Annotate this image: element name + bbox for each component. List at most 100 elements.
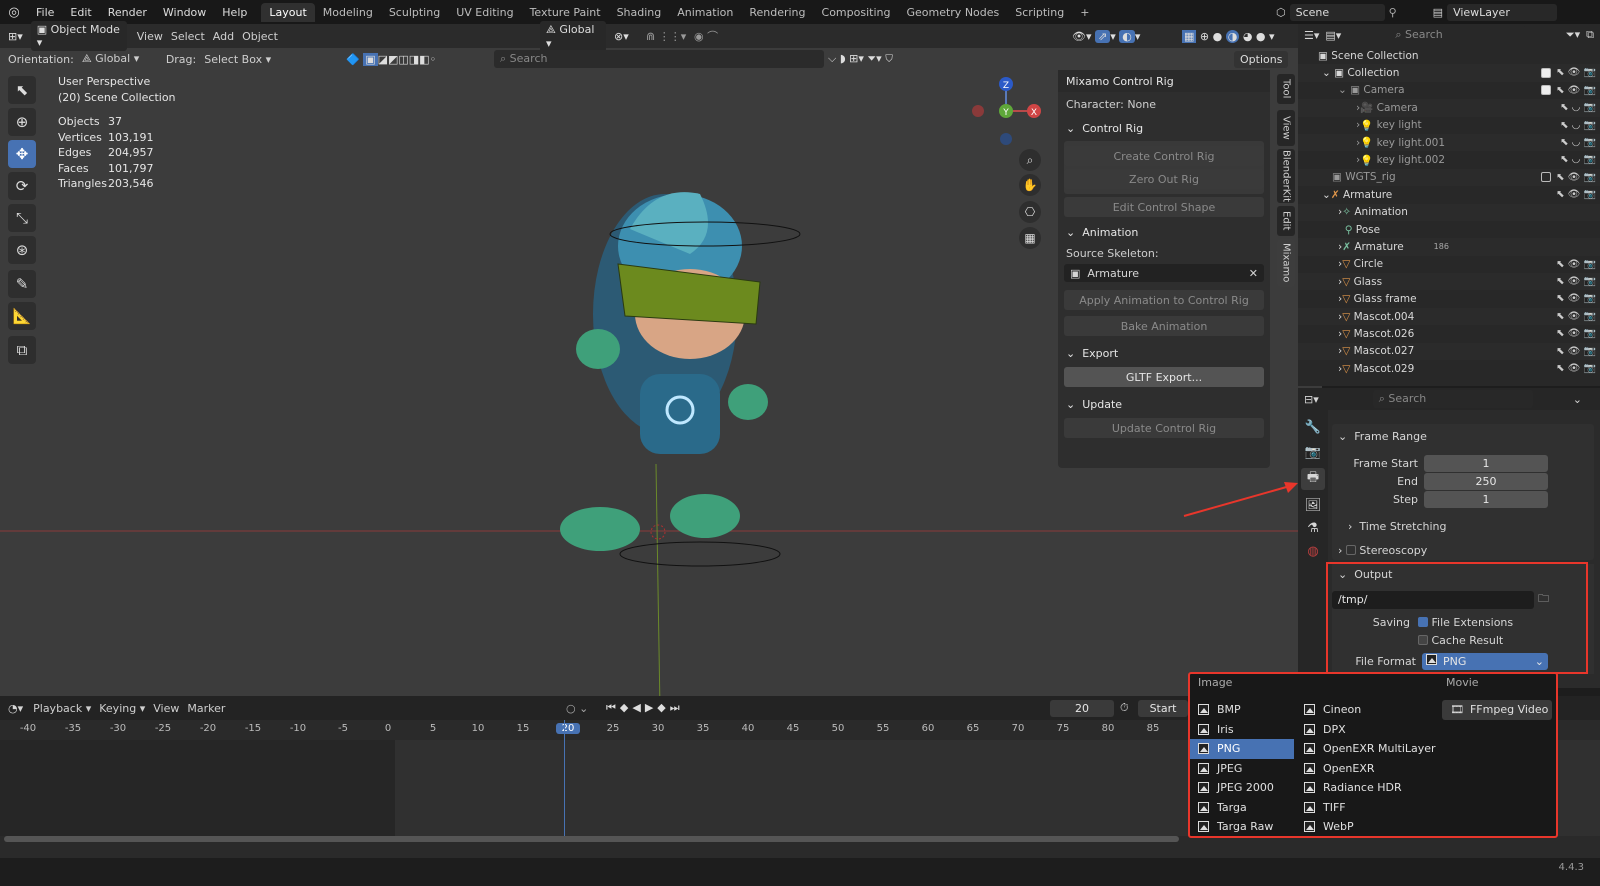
tab-geometry-nodes[interactable]: Geometry Nodes — [898, 3, 1007, 22]
source-skeleton-field[interactable]: ▣ Armature ✕ — [1064, 264, 1264, 282]
list-item[interactable]: › ▽ Mascot.029 ⬉ 👁 📷 — [1298, 360, 1600, 377]
view-layer-selector[interactable]: ViewLayer — [1447, 3, 1558, 21]
time-stretching-header[interactable]: › Time Stretching — [1332, 514, 1594, 538]
playback-controls[interactable]: ⏮◆◀▶◆⏭ — [606, 701, 684, 715]
menu-window[interactable]: Window — [155, 6, 214, 19]
tab-animation[interactable]: Animation — [669, 3, 741, 22]
format-iris[interactable]: Iris — [1190, 720, 1294, 740]
format-targa-raw[interactable]: Targa Raw — [1190, 817, 1294, 837]
tab-tool[interactable]: Tool — [1277, 74, 1295, 104]
list-item[interactable]: ⚲ Pose — [1298, 221, 1600, 238]
list-item[interactable]: ▣ WGTS_rig ⬉ 👁 📷 — [1298, 168, 1600, 187]
list-item[interactable]: › 💡 key light ⬉ ◡ 📷 — [1298, 117, 1600, 134]
list-item[interactable]: ⌄ ✗ Armature ⬉ 👁 📷 — [1298, 186, 1600, 203]
list-item[interactable]: › ✗ Armature 186 — [1298, 238, 1600, 256]
format-cineon[interactable]: Cineon — [1296, 700, 1436, 720]
record-icon[interactable]: ○ ⌄ — [566, 702, 588, 715]
tab-compositing[interactable]: Compositing — [814, 3, 899, 22]
list-item[interactable]: › ▽ Glass ⬉ 👁 📷 — [1298, 273, 1600, 291]
stopwatch-icon[interactable]: ⏱ — [1120, 701, 1129, 715]
list-item[interactable]: ⌄ ▣ Collection ⬉ 👁 📷 — [1298, 64, 1600, 82]
tool-tab-icon[interactable]: 🔧 — [1298, 420, 1328, 435]
tab-texture-paint[interactable]: Texture Paint — [522, 3, 609, 22]
gltf-export-button[interactable]: GLTF Export... — [1064, 367, 1264, 387]
list-item[interactable]: › 💡 key light.001 ⬉ ◡ 📷 — [1298, 133, 1600, 152]
menu-render[interactable]: Render — [100, 6, 155, 19]
format-bmp[interactable]: BMP — [1190, 700, 1294, 720]
3d-viewport[interactable]: ⊞▾ ▣ Object Mode ▾ View Select Add Objec… — [0, 20, 1322, 710]
expand-icon[interactable]: ⌄ — [1573, 393, 1582, 406]
bake-animation-button[interactable]: Bake Animation — [1064, 316, 1264, 336]
output-tab-icon[interactable]: 🖶 — [1301, 468, 1325, 490]
ortho-grid-icon[interactable]: ▦ — [1024, 231, 1035, 245]
menu-file[interactable]: File — [28, 6, 62, 19]
timeline-scrollbar[interactable] — [4, 836, 1179, 842]
format-dpx[interactable]: DPX — [1296, 720, 1436, 740]
playhead-line[interactable] — [564, 720, 565, 840]
format-png[interactable]: PNG — [1190, 739, 1294, 759]
menu-help[interactable]: Help — [214, 6, 255, 19]
list-item[interactable]: › ▽ Mascot.004 ⬉ 👁 📷 — [1298, 307, 1600, 326]
new-collection-icon[interactable]: ⧉ — [1586, 28, 1594, 42]
world-tab-icon[interactable]: ◍ — [1298, 544, 1328, 559]
format-radiance-hdr[interactable]: Radiance HDR — [1296, 778, 1436, 798]
list-item[interactable]: › ▽ Mascot.027 ⬉ 👁 📷 — [1298, 342, 1600, 361]
zoom-icon[interactable]: ⌕ — [1027, 153, 1034, 167]
menu-edit[interactable]: Edit — [62, 6, 99, 19]
menu-timeline-view[interactable]: View — [149, 702, 183, 715]
tab-sculpting[interactable]: Sculpting — [381, 3, 448, 22]
mascot-character[interactable] — [560, 192, 801, 567]
frame-start-field[interactable]: 1 — [1424, 454, 1548, 472]
start-frame-field[interactable]: Start — [1138, 699, 1188, 717]
tab-scripting[interactable]: Scripting — [1007, 3, 1072, 22]
format-openexr[interactable]: OpenEXR — [1296, 759, 1436, 779]
outliner-search-input[interactable]: ⌕ Search — [1389, 26, 1526, 44]
scene-selector[interactable]: Scene — [1289, 3, 1385, 21]
list-item[interactable]: › ▽ Glass frame ⬉ 👁 📷 — [1298, 290, 1600, 307]
blender-logo-icon[interactable]: ◎ — [0, 5, 28, 20]
pan-hand-icon[interactable]: ✋ — [1023, 178, 1038, 192]
tab-rendering[interactable]: Rendering — [741, 3, 813, 22]
properties-editor-icon[interactable]: ⊟▾ — [1304, 393, 1319, 406]
apply-animation-button[interactable]: Apply Animation to Control Rig — [1064, 290, 1264, 310]
format-openexr-multilayer[interactable]: OpenEXR MultiLayer — [1296, 739, 1436, 759]
view-layer-tab-icon[interactable]: 🖼 — [1298, 498, 1328, 513]
properties-search-input[interactable]: ⌕ Search — [1372, 390, 1533, 408]
animation-section[interactable]: ⌄ Animation — [1058, 221, 1270, 243]
stereoscopy-panel[interactable]: › Stereoscopy — [1332, 540, 1594, 560]
frame-range-header[interactable]: ⌄ Frame Range — [1332, 424, 1594, 448]
list-item[interactable]: › 💡 key light.002 ⬉ ◡ 📷 — [1298, 151, 1600, 168]
control-rig-section[interactable]: ⌄ Control Rig — [1058, 117, 1270, 139]
filter-icon[interactable]: ⏷▾ — [1566, 28, 1580, 42]
clear-field-icon[interactable]: ✕ — [1249, 267, 1258, 280]
edit-control-shape-button[interactable]: Edit Control Shape — [1064, 197, 1264, 217]
list-item[interactable]: › ▽ Circle ⬉ 👁 📷 — [1298, 256, 1600, 273]
tab-uv-editing[interactable]: UV Editing — [448, 3, 521, 22]
list-item[interactable]: › ✧ Animation — [1298, 203, 1600, 221]
camera-view-icon[interactable]: ⎔ — [1025, 205, 1036, 219]
tab-edit[interactable]: Edit — [1277, 206, 1295, 236]
format-webp[interactable]: WebP — [1296, 817, 1436, 837]
list-item[interactable]: ▣ Scene Collection — [1298, 47, 1600, 64]
frame-step-field[interactable]: 1 — [1424, 490, 1548, 508]
menu-marker[interactable]: Marker — [183, 702, 229, 715]
pin-icon[interactable]: ⚲ — [1389, 6, 1397, 19]
tab-modeling[interactable]: Modeling — [315, 3, 381, 22]
tab-layout[interactable]: Layout — [261, 2, 315, 22]
tab-shading[interactable]: Shading — [609, 3, 670, 22]
tab-view[interactable]: View — [1277, 110, 1295, 146]
display-mode-icon[interactable]: ▤▾ — [1325, 29, 1341, 42]
timeline-editor-icon[interactable]: ◔▾ — [8, 702, 23, 715]
navigation-gizmo[interactable]: Z X Y — [972, 77, 1041, 145]
list-item[interactable]: ⌄ ▣ Camera ⬉ 👁 📷 — [1298, 82, 1600, 99]
export-section[interactable]: ⌄ Export — [1058, 342, 1270, 364]
list-item[interactable]: › 🎥 Camera ⬉ ◡ 📷 — [1298, 99, 1600, 117]
tab-blenderkit[interactable]: BlenderKit — [1277, 149, 1295, 203]
add-workspace-button[interactable]: + — [1072, 3, 1097, 22]
tab-mixamo[interactable]: Mixamo — [1277, 239, 1295, 287]
update-control-rig-button[interactable]: Update Control Rig — [1064, 418, 1264, 438]
format-jpeg2000[interactable]: JPEG 2000 — [1190, 778, 1294, 798]
frame-end-field[interactable]: 250 — [1424, 472, 1548, 490]
current-frame-field[interactable]: 20 — [1050, 699, 1114, 717]
format-jpeg[interactable]: JPEG — [1190, 759, 1294, 779]
